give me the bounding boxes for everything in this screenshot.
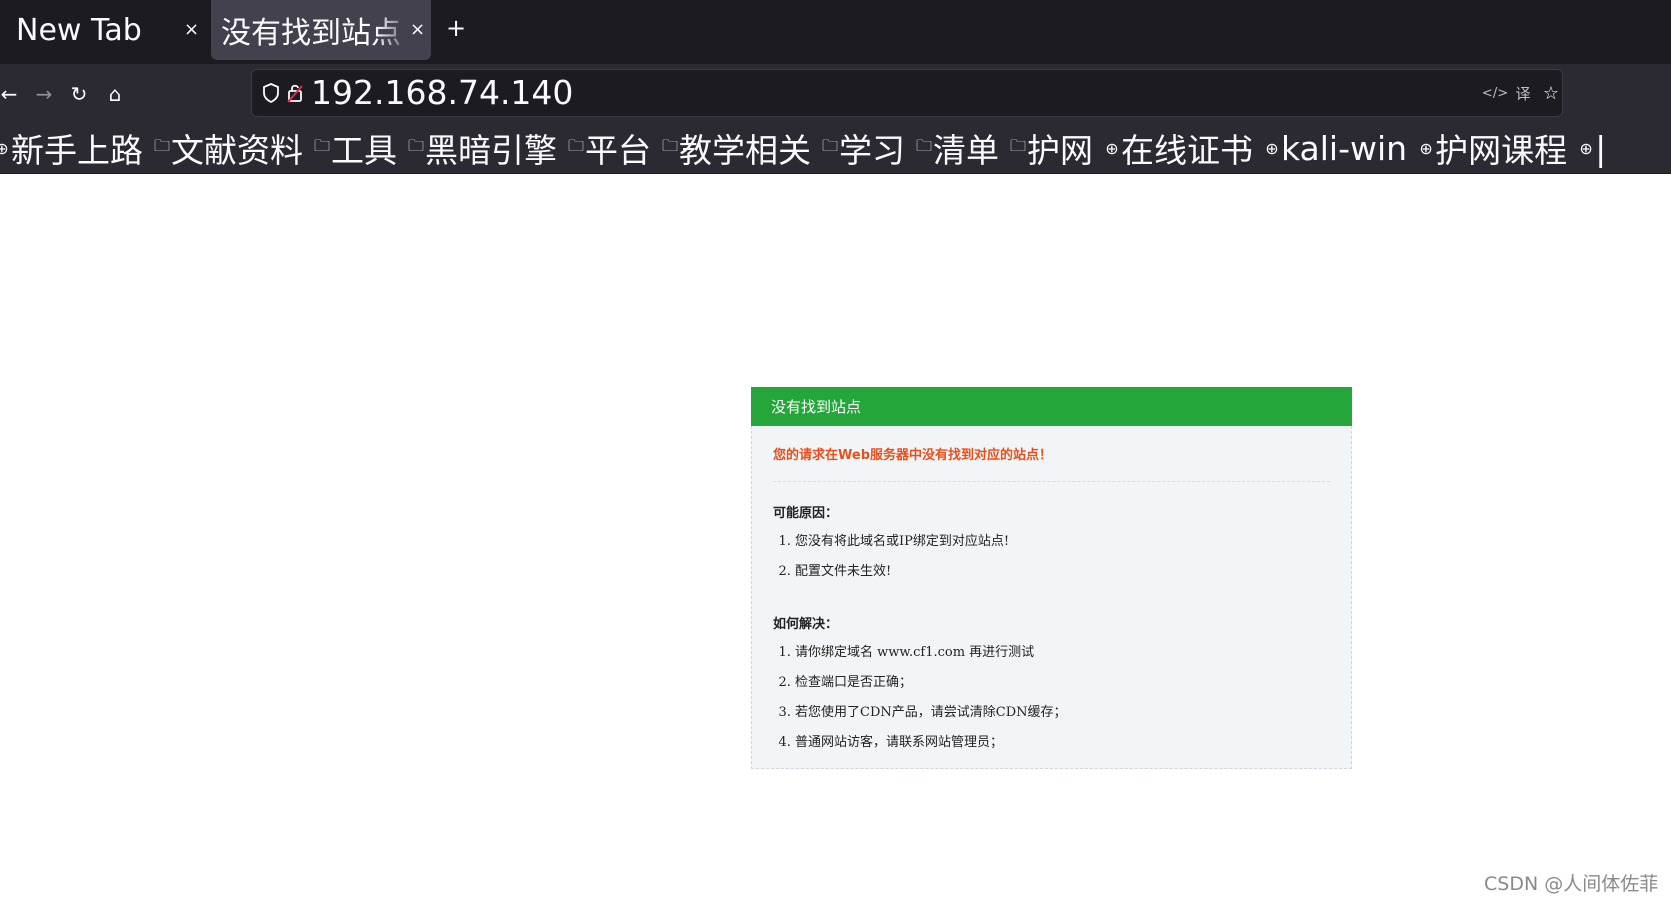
bookmarks-toolbar: ⊕新手上路🗀文献资料🗀工具🗀黑暗引擎🗀平台🗀教学相关🗀学习🗀清单🗀护网⊕在线证书… (0, 124, 1671, 174)
bookmark-label: 工具 (331, 131, 397, 170)
bookmark-label: 学习 (839, 131, 905, 170)
solutions-list: 请你绑定域名 www.cf1.com 再进行测试 检查端口是否正确； 若您使用了… (773, 642, 1330, 762)
bookmark-label: 清单 (933, 131, 999, 170)
reasons-title: 可能原因： (773, 506, 839, 521)
bookmark-item[interactable]: ⊕新手上路 (0, 124, 143, 172)
reader-view-icon[interactable]: </> (1482, 82, 1508, 104)
folder-icon: 🗀 (821, 135, 838, 155)
folder-icon: 🗀 (567, 135, 584, 155)
list-item: 普通网站访客，请联系网站管理员； (795, 732, 1330, 762)
bookmark-item[interactable]: 🗀 平台 (567, 124, 651, 172)
url-text[interactable]: 192.168.74.140 (311, 73, 573, 112)
folder-icon: 🗀 (1009, 135, 1026, 155)
address-bar[interactable]: 192.168.74.140 </> 译 ☆ (251, 69, 1563, 117)
forward-arrow-icon[interactable]: → (29, 79, 59, 109)
folder-icon: 🗀 (407, 135, 424, 155)
bookmark-item[interactable]: 🗀 文献资料 (153, 124, 303, 172)
list-item: 您没有将此域名或IP绑定到对应站点! (795, 531, 1330, 561)
globe-icon: ⊕ (1419, 138, 1433, 158)
folder-icon: 🗀 (153, 135, 170, 155)
watermark: CSDN @人间体佐菲 (1484, 873, 1659, 895)
error-body: 您的请求在Web服务器中没有找到对应的站点！ 可能原因： 您没有将此域名或IP绑… (751, 426, 1352, 769)
tab-bar: New Tab × 没有找到站点 × + (0, 0, 1671, 64)
home-icon[interactable]: ⌂ (100, 79, 130, 109)
bookmark-item[interactable]: ⊕ kali-win (1263, 129, 1407, 168)
shield-icon[interactable] (260, 80, 282, 106)
reasons-list: 您没有将此域名或IP绑定到对应站点! 配置文件未生效! (773, 531, 1330, 591)
bookmark-label: | (1595, 128, 1607, 168)
bookmark-label: 在线证书 (1121, 131, 1253, 170)
close-icon[interactable]: × (410, 19, 425, 40)
bookmark-label: 教学相关 (679, 131, 811, 170)
bookmark-item[interactable]: ⊕ 护网课程 (1417, 124, 1567, 172)
bookmark-item[interactable]: ⊕ 在线证书 (1103, 124, 1253, 172)
bookmark-label: 黑暗引擎 (425, 131, 557, 170)
tab-title: New Tab (16, 12, 142, 48)
folder-icon: 🗀 (661, 135, 678, 155)
bookmark-label: 新手上路 (11, 131, 143, 170)
bookmark-item[interactable]: 🗀 学习 (821, 124, 905, 172)
globe-icon: ⊕ (1265, 138, 1279, 158)
folder-icon: 🗀 (915, 135, 932, 155)
solutions-title: 如何解决： (773, 617, 839, 632)
tab-title: 没有找到站点 (221, 16, 401, 51)
bookmark-item[interactable]: 🗀 工具 (313, 124, 397, 172)
bookmark-label: 护网 (1027, 131, 1093, 170)
bookmark-item[interactable]: 🗀 黑暗引擎 (407, 124, 557, 172)
bookmark-label: kali-win (1281, 128, 1408, 168)
back-arrow-icon[interactable]: ← (0, 79, 24, 109)
close-icon[interactable]: × (184, 19, 199, 40)
bookmark-label: 平台 (585, 131, 651, 170)
error-panel: 没有找到站点 您的请求在Web服务器中没有找到对应的站点！ 可能原因： 您没有将… (751, 387, 1352, 769)
bookmarks-list: ⊕新手上路🗀文献资料🗀工具🗀黑暗引擎🗀平台🗀教学相关🗀学习🗀清单🗀护网⊕在线证书… (0, 124, 1616, 172)
bookmark-label: 文献资料 (171, 131, 303, 170)
bookmark-item[interactable]: ⊕ | (1577, 129, 1606, 168)
reload-icon[interactable]: ↻ (64, 79, 94, 109)
error-header: 没有找到站点 (751, 387, 1352, 426)
globe-icon: ⊕ (0, 139, 11, 158)
list-item: 检查端口是否正确； (795, 672, 1330, 702)
bookmark-label: 护网课程 (1435, 131, 1568, 170)
tab-active[interactable]: 没有找到站点 × (211, 0, 431, 60)
insecure-lock-icon[interactable] (286, 80, 304, 106)
bookmark-item[interactable]: 🗀 护网 (1009, 124, 1093, 172)
list-item: 配置文件未生效! (795, 561, 1330, 591)
globe-icon: ⊕ (1105, 138, 1119, 158)
bookmark-item[interactable]: 🗀 教学相关 (661, 124, 811, 172)
error-message: 您的请求在Web服务器中没有找到对应的站点！ (773, 444, 1330, 482)
bookmark-star-icon[interactable]: ☆ (1540, 82, 1562, 104)
new-tab-button[interactable]: + (446, 14, 466, 42)
folder-icon: 🗀 (313, 135, 330, 155)
bookmark-item[interactable]: 🗀 清单 (915, 124, 999, 172)
tab-new-tab[interactable]: New Tab × (0, 0, 204, 60)
list-item: 若您使用了CDN产品，请尝试清除CDN缓存； (795, 702, 1330, 732)
globe-icon: ⊕ (1579, 138, 1593, 158)
translate-icon[interactable]: 译 (1512, 82, 1534, 104)
navigation-toolbar: ← → ↻ ⌂ 192.168.74.140 </> 译 ☆ (0, 64, 1671, 124)
list-item: 请你绑定域名 www.cf1.com 再进行测试 (795, 642, 1330, 672)
